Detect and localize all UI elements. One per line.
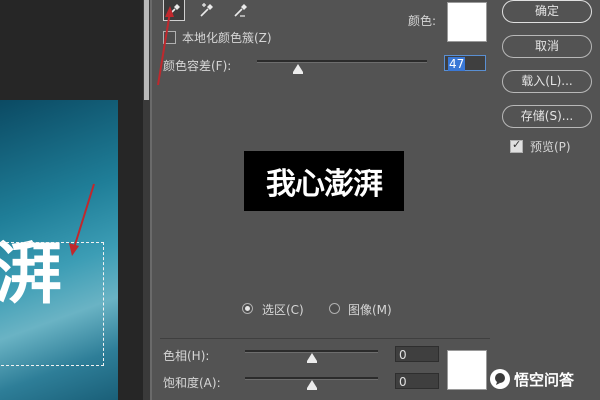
radio-image-label: 图像(M) xyxy=(348,303,392,317)
document-canvas-area[interactable]: 湃 xyxy=(0,0,146,400)
document-scrollbar[interactable] xyxy=(143,0,150,400)
ok-button[interactable]: 确定 xyxy=(502,0,592,23)
watermark-text: 悟空问答 xyxy=(514,370,575,389)
radio-selection-label: 选区(C) xyxy=(262,303,304,317)
hue-slider-thumb[interactable] xyxy=(306,353,317,363)
eyedropper-tool[interactable] xyxy=(163,0,185,21)
fuzziness-input[interactable]: 47 xyxy=(444,55,486,71)
section-divider xyxy=(160,338,490,339)
saturation-slider-thumb[interactable] xyxy=(306,380,317,390)
preview-label: 预览(P) xyxy=(530,140,571,154)
fuzziness-slider-thumb[interactable] xyxy=(292,64,303,74)
eyedropper-minus-icon xyxy=(234,4,247,17)
cancel-button[interactable]: 取消 xyxy=(502,35,592,58)
dialog-left-edge xyxy=(150,0,152,400)
eyedropper-add-tool[interactable] xyxy=(197,0,217,20)
saturation-label: 饱和度(A): xyxy=(163,376,221,390)
save-button[interactable]: 存储(S)... xyxy=(502,105,592,128)
radio-image[interactable] xyxy=(329,303,340,314)
radio-selection[interactable] xyxy=(242,303,253,314)
color-label: 颜色: xyxy=(408,14,437,28)
chat-bubble-icon xyxy=(490,369,510,389)
eyedropper-icon xyxy=(167,4,180,17)
localized-clusters-checkbox[interactable] xyxy=(163,31,176,44)
scrollbar-thumb[interactable] xyxy=(144,0,149,100)
hue-value: 0 xyxy=(399,348,407,362)
fuzziness-label: 颜色容差(F): xyxy=(163,59,232,73)
saturation-value: 0 xyxy=(399,375,407,389)
eyedropper-subtract-tool[interactable] xyxy=(231,0,251,20)
load-button[interactable]: 载入(L)... xyxy=(502,70,592,93)
fuzziness-value: 47 xyxy=(448,57,466,71)
preview-checkbox[interactable] xyxy=(510,138,523,153)
watermark: 悟空问答 xyxy=(490,368,574,390)
hue-input[interactable]: 0 xyxy=(395,346,439,362)
color-swatch[interactable] xyxy=(447,2,487,42)
localized-clusters-label: 本地化颜色簇(Z) xyxy=(182,31,272,45)
result-color-swatch[interactable] xyxy=(447,350,487,390)
selection-preview: 我心澎湃 xyxy=(244,151,404,211)
hue-label: 色相(H): xyxy=(163,349,210,363)
eyedropper-plus-icon xyxy=(200,3,213,17)
saturation-input[interactable]: 0 xyxy=(395,373,439,389)
selection-marquee xyxy=(0,242,104,366)
preview-text: 我心澎湃 xyxy=(266,167,383,202)
fuzziness-slider-track[interactable] xyxy=(257,60,427,63)
